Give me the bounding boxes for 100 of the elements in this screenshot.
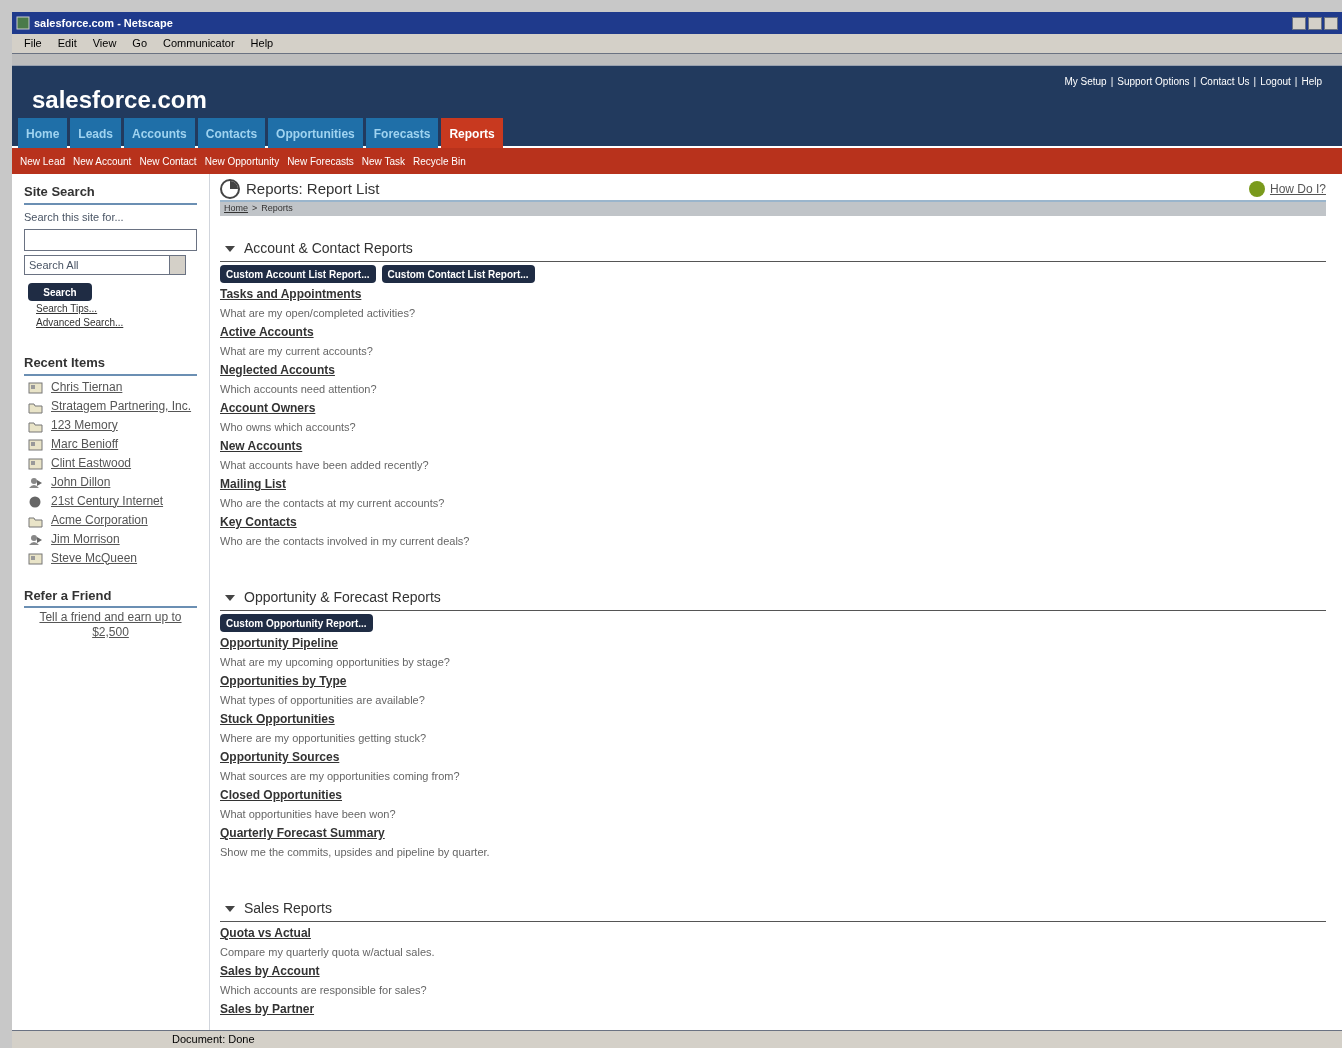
section-heading: Account & Contact Reports (244, 239, 413, 258)
menu-item[interactable]: View (92, 35, 117, 52)
menu-item[interactable]: File (24, 35, 42, 52)
report-description: Which accounts are responsible for sales? (220, 983, 428, 998)
report-description: What are my open/completed activities? (220, 306, 417, 321)
report-link[interactable]: Active Accounts (220, 323, 1326, 342)
minimize-button[interactable] (1292, 16, 1306, 30)
quick-link[interactable]: New Lead (20, 153, 66, 169)
custom-report-button[interactable]: Custom Opportunity Report... (220, 614, 373, 632)
quick-link[interactable]: New Account (73, 153, 132, 169)
page-title: Reports: Report List (246, 178, 380, 199)
menu-item[interactable]: Edit (57, 35, 77, 52)
reports-icon (220, 179, 242, 199)
header-link[interactable]: Support Options (1117, 74, 1190, 89)
section-heading: Sales Reports (244, 899, 332, 918)
card-icon (28, 437, 43, 452)
recent-item-link[interactable]: Chris Tiernan (51, 379, 123, 395)
link-separator: | (1294, 75, 1298, 89)
report-link[interactable]: Quarterly Forecast Summary (220, 824, 1326, 843)
report-description: Who owns which accounts? (220, 420, 357, 435)
close-button[interactable] (1324, 16, 1338, 30)
report-description: What sources are my opportunities coming from? (220, 769, 461, 784)
custom-report-button[interactable]: Custom Contact List Report... (381, 265, 535, 283)
quick-link[interactable]: Recycle Bin (413, 153, 466, 169)
report-link[interactable]: Opportunities by Type (220, 672, 1326, 691)
status-text: Document: Done (172, 1032, 255, 1048)
report-link[interactable]: Sales by Partner (220, 1000, 1326, 1019)
menu-item[interactable]: Go (132, 35, 148, 52)
report-description: Which accounts need attention? (220, 382, 378, 397)
report-link[interactable]: Tasks and Appointments (220, 285, 1326, 304)
report-description: Who are the contacts at my current accounts? (220, 496, 446, 511)
report-link[interactable]: Key Contacts (220, 513, 1326, 532)
browser-icon (16, 16, 30, 30)
quick-link[interactable]: New Task (361, 153, 405, 169)
scope-dropdown[interactable]: Search All (24, 255, 186, 275)
header-link[interactable]: My Setup (1064, 74, 1107, 89)
recent-item-link[interactable]: 21st Century Internet (51, 493, 164, 509)
report-description: Show me the commits, upsides and pipeline by quarter. (220, 845, 491, 860)
quick-link[interactable]: New Opportunity (204, 153, 280, 169)
header-link[interactable]: Logout (1260, 74, 1291, 89)
recent-item-link[interactable]: Steve McQueen (51, 550, 138, 566)
sidebar-heading: Refer a Friend (24, 585, 197, 608)
person-icon (28, 532, 43, 547)
nav-tab[interactable]: Reports (441, 118, 503, 150)
recent-item-link[interactable]: John Dillon (51, 474, 111, 490)
logo: salesforce.com (32, 85, 207, 115)
menu-item[interactable]: Help (250, 35, 274, 52)
maximize-button[interactable] (1308, 16, 1322, 30)
recent-item-link[interactable]: Stratagem Partnering, Inc. (51, 398, 192, 414)
search-field[interactable] (24, 229, 197, 251)
sidebar-heading: Site Search (24, 182, 197, 205)
recent-item-link[interactable]: Marc Benioff (51, 436, 119, 452)
report-description: What are my upcoming opportunities by stage? (220, 655, 451, 670)
report-link[interactable]: Sales by Account (220, 962, 1326, 981)
menu-item[interactable]: Communicator (163, 35, 235, 52)
refer-link[interactable]: Tell a friend and earn up to $2,500 (24, 610, 197, 640)
link-separator: | (1193, 75, 1197, 89)
quick-link[interactable]: New Contact (139, 153, 197, 169)
custom-report-button[interactable]: Custom Account List Report... (220, 265, 376, 283)
report-link[interactable]: New Accounts (220, 437, 1326, 456)
collapse-triangle-icon[interactable] (224, 244, 236, 253)
quick-link[interactable]: New Forecasts (287, 153, 354, 169)
report-description: Compare my quarterly quota w/actual sales. (220, 945, 436, 960)
report-link[interactable]: Opportunity Sources (220, 748, 1326, 767)
report-link[interactable]: Neglected Accounts (220, 361, 1326, 380)
report-link[interactable]: Stuck Opportunities (220, 710, 1326, 729)
breadcrumb-link[interactable]: Reports (261, 202, 293, 216)
header-link[interactable]: Contact Us (1200, 74, 1250, 89)
recent-item-link[interactable]: Jim Morrison (51, 531, 120, 547)
globe-icon (28, 494, 43, 509)
help-icon (1247, 180, 1266, 198)
person-icon (28, 475, 43, 490)
sidebar-link[interactable]: Advanced Search... (36, 317, 197, 329)
breadcrumb-link[interactable]: Home (224, 202, 248, 216)
recent-item-link[interactable]: 123 Memory (51, 417, 118, 433)
link-separator: | (1253, 75, 1257, 89)
report-link[interactable]: Quota vs Actual (220, 924, 1326, 943)
report-link[interactable]: Mailing List (220, 475, 1326, 494)
card-icon (28, 551, 43, 566)
report-description: What opportunities have been won? (220, 807, 397, 822)
report-description: What accounts have been added recently? (220, 458, 430, 473)
collapse-triangle-icon[interactable] (224, 593, 236, 602)
header-link[interactable]: Help (1301, 74, 1322, 89)
report-link[interactable]: Opportunity Pipeline (220, 634, 1326, 653)
search-prompt: Search this site for... (24, 209, 125, 225)
card-icon (28, 456, 43, 471)
report-description: What are my current accounts? (220, 344, 374, 359)
search-button[interactable]: Search (28, 283, 92, 301)
recent-item-link[interactable]: Clint Eastwood (51, 455, 132, 471)
report-link[interactable]: Closed Opportunities (220, 786, 1326, 805)
sidebar-heading: Recent Items (24, 353, 197, 376)
report-link[interactable]: Account Owners (220, 399, 1326, 418)
breadcrumb-separator: > (252, 202, 258, 216)
report-description: Who are the contacts involved in my current deals? (220, 534, 471, 549)
sidebar-link[interactable]: Search Tips... (36, 303, 197, 315)
collapse-triangle-icon[interactable] (224, 904, 236, 913)
window-title: salesforce.com - Netscape (34, 15, 173, 31)
section-heading: Opportunity & Forecast Reports (244, 588, 441, 607)
how-do-i-link[interactable]: How Do I? (1269, 180, 1326, 198)
recent-item-link[interactable]: Acme Corporation (51, 512, 148, 528)
